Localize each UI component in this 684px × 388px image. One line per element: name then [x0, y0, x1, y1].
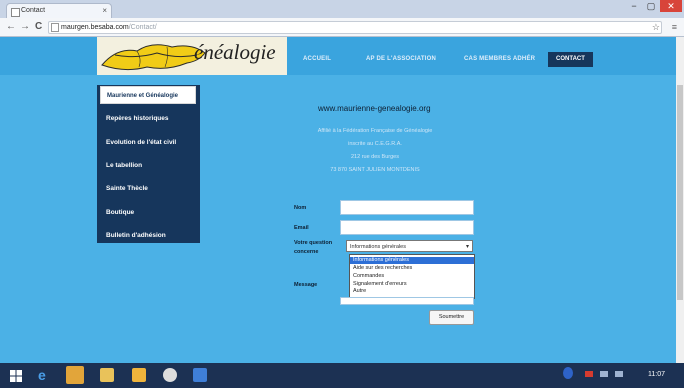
chrome-icon[interactable]	[163, 368, 177, 382]
message-label: Message	[294, 282, 318, 288]
name-label: Nom	[294, 205, 307, 211]
message-field[interactable]	[340, 297, 474, 305]
question-select[interactable]: Informations générales ▾	[346, 240, 473, 252]
option-aide-recherches[interactable]: Aide sur des recherches	[350, 265, 474, 272]
browser-menu-icon[interactable]: ≡	[672, 22, 677, 32]
sidebar-item-reperes[interactable]: Repères historiques	[106, 115, 169, 122]
scrollbar-thumb[interactable]	[677, 85, 683, 300]
nav-association[interactable]: AP DE L'ASSOCIATION	[366, 56, 436, 62]
window-minimize-button[interactable]: −	[626, 0, 642, 12]
option-commandes[interactable]: Commandes	[350, 273, 474, 280]
help-icon[interactable]	[563, 367, 573, 379]
browser-tab-contact[interactable]: Contact ×	[6, 3, 112, 19]
info-line: 212 rue des Burges	[350, 154, 399, 160]
bookmark-star-icon[interactable]: ☆	[652, 22, 660, 33]
url-domain: maurgen.besaba.com	[61, 24, 129, 31]
folder-icon[interactable]	[132, 368, 146, 382]
tray-icon[interactable]	[585, 371, 593, 377]
sidebar-item-boutique[interactable]: Boutique	[106, 209, 134, 216]
logo-title: énéalogie	[194, 40, 276, 64]
select-dropdown-list: Informations générales Aide sur des rech…	[349, 254, 475, 299]
sidebar-item-sainte-thecle[interactable]: Sainte Thècle	[106, 185, 148, 192]
page-favicon-icon	[11, 8, 20, 17]
page-icon	[51, 23, 59, 32]
sidebar-item-maurienne[interactable]: Maurienne et Généalogie	[100, 86, 196, 104]
nav-membres[interactable]: CAS MEMBRES ADHÉR	[464, 56, 535, 62]
question-label-2: concerne	[294, 249, 319, 255]
back-arrow-icon[interactable]: ←	[6, 21, 16, 32]
select-value: Informations générales	[350, 244, 406, 250]
nav-accueil[interactable]: ACCUEIL	[303, 56, 331, 62]
tab-close-icon[interactable]: ×	[102, 6, 107, 15]
media-player-icon[interactable]	[66, 366, 84, 384]
email-field[interactable]	[340, 220, 474, 235]
app-window-icon[interactable]	[193, 368, 207, 382]
file-explorer-icon[interactable]	[100, 368, 114, 382]
tab-title: Contact	[21, 7, 46, 14]
info-line: Affilié à la Fédération Française de Gén…	[317, 128, 433, 134]
info-line: inscrite au C.E.G.R.A.	[348, 141, 402, 147]
url-path: /Contact/	[128, 24, 157, 31]
option-informations-generales[interactable]: Informations générales	[350, 257, 474, 264]
taskbar-clock: 11:07	[648, 371, 665, 378]
volume-icon[interactable]	[615, 371, 623, 377]
sidebar-item-bulletin[interactable]: Bulletin d'adhésion	[106, 232, 166, 239]
submit-button[interactable]: Soumettre	[429, 310, 474, 325]
site-title: www.maurienne-genealogie.org	[318, 104, 431, 113]
window-maximize-button[interactable]: ▢	[643, 0, 659, 12]
sidebar-item-etat-civil[interactable]: Evolution de l'état civil	[106, 139, 176, 146]
network-icon[interactable]	[600, 371, 608, 377]
window-close-button[interactable]: ✕	[660, 0, 682, 12]
email-label: Email	[294, 225, 309, 231]
forward-arrow-icon[interactable]: →	[20, 21, 30, 32]
name-field[interactable]	[340, 200, 474, 215]
option-signalement-erreurs[interactable]: Signalement d'erreurs	[350, 281, 474, 288]
info-line: 73 870 SAINT JULIEN MONTDENIS	[330, 167, 420, 173]
sidebar-item-tabellion[interactable]: Le tabellion	[106, 162, 142, 169]
internet-explorer-icon[interactable]: e	[38, 368, 52, 382]
reload-icon[interactable]: C	[35, 21, 42, 32]
windows-start-icon[interactable]	[10, 369, 22, 382]
url-input[interactable]: maurgen.besaba.com/Contact/	[48, 21, 662, 34]
option-autre[interactable]: Autre	[350, 288, 474, 295]
nav-contact[interactable]: CONTACT	[548, 52, 593, 67]
dropdown-arrow-icon: ▾	[465, 244, 469, 250]
question-label: Votre question	[294, 240, 333, 246]
